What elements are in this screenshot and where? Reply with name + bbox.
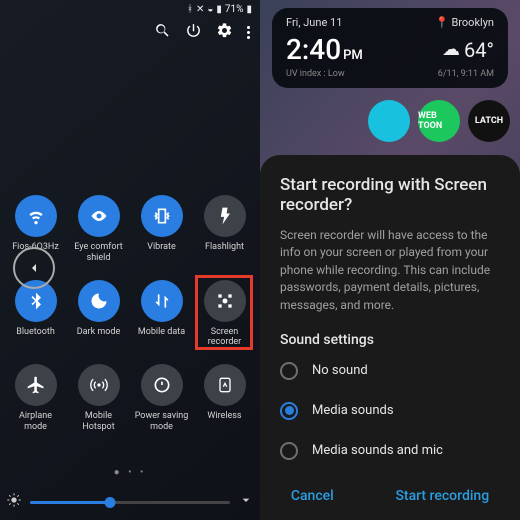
sound-option-1[interactable]: Media sounds — [280, 402, 500, 420]
tile-darkmode[interactable]: Dark mode — [70, 280, 128, 349]
expand-icon[interactable] — [238, 492, 254, 512]
tile-label: Flashlight — [205, 242, 244, 253]
cancel-button[interactable]: Cancel — [291, 488, 334, 504]
phone-left: ᚼ ✕ ◒ ▮ 71% ▮ 2:38 Fri, June 11 Fios-6Q3… — [0, 0, 260, 520]
phone-right: Fri, June 11 📍 Brooklyn 2:40PM ☁64° UV i… — [260, 0, 520, 520]
tile-bluetooth[interactable]: Bluetooth — [7, 280, 65, 349]
wshare-icon — [204, 364, 246, 406]
vibrate-icon — [141, 195, 183, 237]
data-icon — [141, 280, 183, 322]
screen-recorder-dialog: Start recording with Screen recorder? Sc… — [260, 155, 520, 520]
plane-icon — [15, 364, 57, 406]
eye-icon — [78, 195, 120, 237]
top-action-icons — [154, 22, 250, 43]
back-button[interactable] — [13, 247, 55, 289]
app-row: WEB TOONLATCH — [260, 100, 520, 142]
tile-wireless[interactable]: Wireless — [196, 364, 254, 433]
tile-screenrec[interactable]: Screen recorder — [196, 280, 254, 349]
app-latch[interactable]: LATCH — [468, 100, 510, 142]
battery-percent: 71% — [225, 4, 244, 15]
widget-date: Fri, June 11 — [286, 16, 342, 29]
option-label: No sound — [312, 363, 368, 378]
statusbar-left: ᚼ ✕ ◒ ▮ 71% ▮ — [0, 0, 260, 18]
widget-weather: ☁64° — [442, 38, 494, 62]
hotspot-icon — [78, 364, 120, 406]
sound-option-0[interactable]: No sound — [280, 362, 500, 380]
battery-icon: ▮ — [246, 4, 252, 15]
brightness-bar — [6, 492, 254, 512]
tile-label: Bluetooth — [16, 327, 55, 338]
more-icon[interactable] — [247, 22, 250, 43]
tile-label: Airplane mode — [7, 411, 65, 433]
flash-icon — [204, 195, 246, 237]
sound-option-2[interactable]: Media sounds and mic — [280, 442, 500, 460]
tile-vibrate[interactable]: Vibrate — [133, 195, 191, 264]
tile-label: Eye comfort shield — [70, 242, 128, 264]
tile-flashlight[interactable]: Flashlight — [196, 195, 254, 264]
settings-icon[interactable] — [216, 22, 233, 43]
signal-status-icon: ▮ — [216, 4, 222, 15]
tile-label: Vibrate — [147, 242, 175, 253]
wifi-icon — [15, 195, 57, 237]
dialog-body: Screen recorder will have access to the … — [280, 227, 500, 314]
wifi-status-icon: ◒ — [207, 4, 213, 15]
brightness-slider[interactable] — [30, 501, 230, 504]
tile-eyecomfort[interactable]: Eye comfort shield — [70, 195, 128, 264]
start-recording-button[interactable]: Start recording — [395, 488, 489, 504]
brightness-icon — [6, 492, 22, 512]
option-label: Media sounds and mic — [312, 443, 443, 458]
search-icon[interactable] — [154, 22, 171, 43]
dialog-title: Start recording with Screen recorder? — [280, 175, 500, 215]
cloud-icon: ☁ — [442, 39, 460, 60]
radio-icon — [280, 362, 298, 380]
tile-hotspot[interactable]: Mobile Hotspot — [70, 364, 128, 433]
power-icon — [141, 364, 183, 406]
tile-label: Mobile data — [138, 327, 185, 338]
quick-settings-grid: Fios-6Q3HzEye comfort shieldVibrateFlash… — [0, 195, 260, 449]
widget-time: 2:40PM — [286, 33, 363, 66]
moon-icon — [78, 280, 120, 322]
option-label: Media sounds — [312, 403, 394, 418]
tile-label: Screen recorder — [196, 327, 254, 349]
radio-icon — [280, 442, 298, 460]
rec-icon — [204, 280, 246, 322]
tile-label: Power saving mode — [133, 411, 191, 433]
tile-mobiledata[interactable]: Mobile data — [133, 280, 191, 349]
widget-location: 📍 Brooklyn — [435, 16, 494, 29]
radio-icon — [280, 402, 298, 420]
mute-status-icon: ✕ — [196, 4, 204, 15]
widget-timestamp: 6/11, 9:11 AM — [438, 69, 494, 79]
tile-powersave[interactable]: Power saving mode — [133, 364, 191, 433]
app-webtoon[interactable]: WEB TOON — [418, 100, 460, 142]
tile-label: Wireless — [207, 411, 241, 422]
tile-label: Mobile Hotspot — [70, 411, 128, 433]
bluetooth-status-icon: ᚼ — [187, 4, 193, 15]
weather-widget[interactable]: Fri, June 11 📍 Brooklyn 2:40PM ☁64° UV i… — [272, 8, 508, 88]
sound-settings-heading: Sound settings — [280, 332, 500, 348]
page-indicator: ● • • — [0, 467, 260, 478]
power-icon[interactable] — [185, 22, 202, 43]
dialog-actions: Cancel Start recording — [260, 482, 520, 510]
app-app1[interactable] — [368, 100, 410, 142]
tile-label: Dark mode — [77, 327, 121, 338]
tile-airplane[interactable]: Airplane mode — [7, 364, 65, 433]
sound-options: No sound Media sounds Media sounds and mic — [280, 362, 500, 460]
widget-uv: UV index : Low — [286, 69, 345, 79]
